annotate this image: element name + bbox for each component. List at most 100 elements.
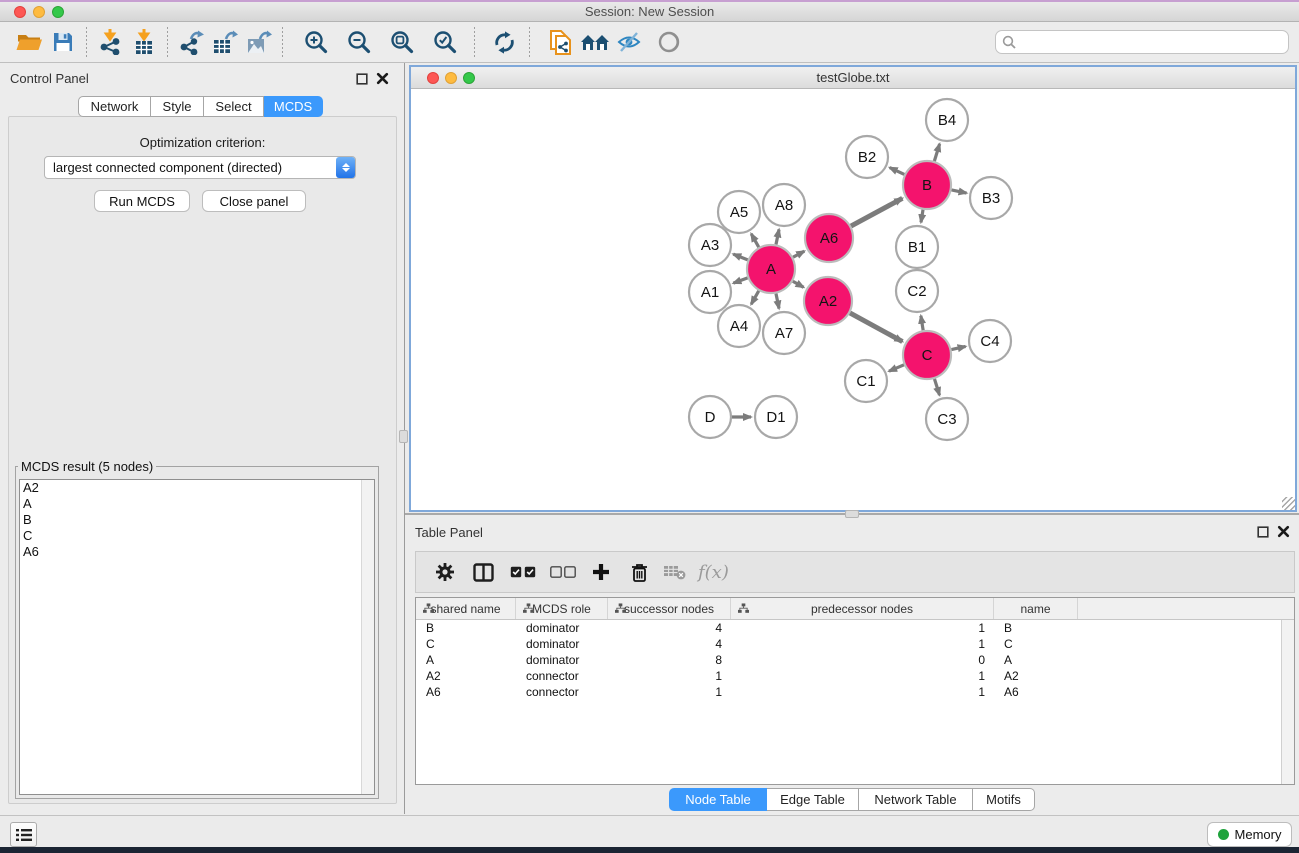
close-window-button[interactable]: [14, 6, 26, 18]
table-cell[interactable]: A2: [416, 669, 516, 683]
import-network-button[interactable]: [93, 26, 127, 58]
column-header-shared-name[interactable]: shared name: [416, 598, 516, 619]
table-cell[interactable]: 1: [731, 685, 994, 699]
refresh-layout-button[interactable]: [487, 26, 521, 58]
first-neighbors-button[interactable]: [578, 26, 612, 58]
table-cell[interactable]: B: [416, 621, 516, 635]
graph-node-C4[interactable]: C4: [969, 320, 1011, 362]
export-network-button[interactable]: [174, 26, 208, 58]
table-row[interactable]: Cdominator41C: [416, 636, 1281, 652]
graph-edge-C-C2[interactable]: [921, 316, 923, 331]
graph-edge-B-B4[interactable]: [934, 144, 939, 161]
table-cell[interactable]: C: [416, 637, 516, 651]
window-resize-grip[interactable]: [1282, 497, 1295, 510]
graph-node-B[interactable]: B: [903, 161, 951, 209]
mcds-result-item[interactable]: A: [20, 496, 374, 512]
column-header-name[interactable]: name: [994, 598, 1078, 619]
column-header-predecessor-nodes[interactable]: predecessor nodes: [731, 598, 994, 619]
zoom-selected-button[interactable]: [428, 26, 462, 58]
graph-node-A5[interactable]: A5: [718, 191, 760, 233]
vertical-divider-gripper[interactable]: [399, 430, 408, 443]
table-cell[interactable]: A: [416, 653, 516, 667]
table-panel-float-button[interactable]: [1257, 526, 1269, 541]
graph-edge-A-A8[interactable]: [776, 229, 779, 244]
graph-edge-A-A3[interactable]: [733, 254, 747, 260]
table-cell[interactable]: 1: [731, 621, 994, 635]
table-cell[interactable]: C: [994, 637, 1078, 651]
close-panel-action-button[interactable]: Close panel: [202, 190, 306, 212]
mcds-result-item[interactable]: A2: [20, 480, 374, 496]
table-cell[interactable]: 1: [608, 685, 731, 699]
graph-node-A7[interactable]: A7: [763, 312, 805, 354]
graph-node-A3[interactable]: A3: [689, 224, 731, 266]
network-close-button[interactable]: [427, 72, 439, 84]
table-row[interactable]: A6connector11A6: [416, 684, 1281, 700]
show-all-button[interactable]: [652, 26, 686, 58]
graph-node-A4[interactable]: A4: [718, 305, 760, 347]
table-cell[interactable]: 4: [608, 621, 731, 635]
zoom-window-button[interactable]: [52, 6, 64, 18]
table-cell[interactable]: connector: [516, 669, 608, 683]
tab-network-table[interactable]: Network Table: [859, 788, 973, 811]
network-zoom-button[interactable]: [463, 72, 475, 84]
result-scrollbar[interactable]: [361, 480, 374, 794]
graph-node-C[interactable]: C: [903, 331, 951, 379]
table-cell[interactable]: B: [994, 621, 1078, 635]
delete-table-button[interactable]: [658, 556, 692, 588]
tab-network[interactable]: Network: [78, 96, 151, 117]
table-cell[interactable]: A2: [994, 669, 1078, 683]
close-panel-button[interactable]: [376, 72, 389, 88]
graph-edge-C-C3[interactable]: [934, 379, 939, 395]
mcds-result-item[interactable]: B: [20, 512, 374, 528]
export-table-button[interactable]: [208, 26, 242, 58]
table-cell[interactable]: 0: [731, 653, 994, 667]
mcds-result-item[interactable]: C: [20, 528, 374, 544]
column-header-successor-nodes[interactable]: successor nodes: [608, 598, 731, 619]
graph-node-A6[interactable]: A6: [805, 214, 853, 262]
tab-motifs[interactable]: Motifs: [973, 788, 1035, 811]
table-scrollbar[interactable]: [1281, 620, 1294, 784]
hide-selected-button[interactable]: [612, 26, 646, 58]
graph-node-D1[interactable]: D1: [755, 396, 797, 438]
memory-button[interactable]: Memory: [1207, 822, 1292, 847]
table-cell[interactable]: dominator: [516, 653, 608, 667]
mcds-result-item[interactable]: A6: [20, 544, 374, 560]
minimize-window-button[interactable]: [33, 6, 45, 18]
graph-node-D[interactable]: D: [689, 396, 731, 438]
table-settings-button[interactable]: [428, 556, 462, 588]
unselect-all-columns-button[interactable]: [546, 556, 580, 588]
graph-edge-A2-C[interactable]: [850, 313, 902, 342]
open-session-button[interactable]: [12, 26, 46, 58]
table-cell[interactable]: 1: [608, 669, 731, 683]
table-cell[interactable]: 1: [731, 637, 994, 651]
tab-node-table[interactable]: Node Table: [669, 788, 767, 811]
table-row[interactable]: Bdominator41B: [416, 620, 1281, 636]
graph-node-A[interactable]: A: [747, 245, 795, 293]
graph-edge-C-C4[interactable]: [951, 346, 965, 349]
graph-edge-B-B2[interactable]: [890, 168, 905, 175]
table-row[interactable]: A2connector11A2: [416, 668, 1281, 684]
zoom-in-button[interactable]: [299, 26, 333, 58]
table-cell[interactable]: dominator: [516, 637, 608, 651]
float-panel-button[interactable]: [356, 73, 368, 88]
delete-columns-button[interactable]: [622, 556, 656, 588]
graph-edge-A-A1[interactable]: [733, 278, 747, 283]
table-cell[interactable]: 8: [608, 653, 731, 667]
tab-style[interactable]: Style: [151, 96, 204, 117]
graph-node-B2[interactable]: B2: [846, 136, 888, 178]
graph-node-C3[interactable]: C3: [926, 398, 968, 440]
graph-node-A2[interactable]: A2: [804, 277, 852, 325]
task-history-button[interactable]: [10, 822, 37, 847]
table-cell[interactable]: 4: [608, 637, 731, 651]
table-cell[interactable]: A6: [416, 685, 516, 699]
function-builder-button[interactable]: f(x): [698, 562, 729, 583]
graph-node-C2[interactable]: C2: [896, 270, 938, 312]
zoom-fit-button[interactable]: [385, 26, 419, 58]
graph-node-B1[interactable]: B1: [896, 226, 938, 268]
graph-edge-A-A6[interactable]: [793, 251, 804, 257]
table-cell[interactable]: A6: [994, 685, 1078, 699]
table-panel-close-button[interactable]: [1277, 525, 1290, 541]
tab-select[interactable]: Select: [204, 96, 264, 117]
graph-edge-C-C1[interactable]: [889, 365, 904, 371]
table-cell[interactable]: A: [994, 653, 1078, 667]
